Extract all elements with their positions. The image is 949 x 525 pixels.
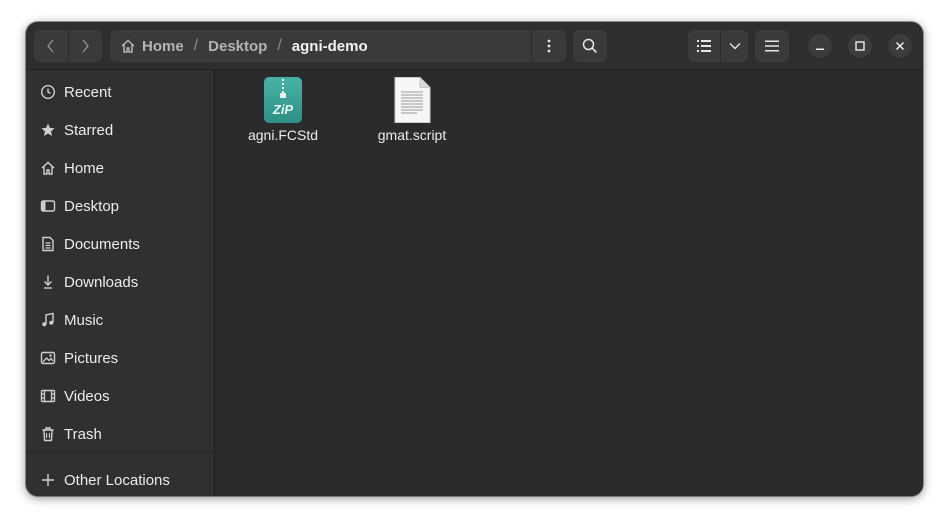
- back-button[interactable]: [34, 30, 68, 62]
- breadcrumb-home[interactable]: Home: [110, 30, 184, 62]
- sidebar-item-label: Other Locations: [64, 471, 170, 489]
- file-manager-window: Home / Desktop / agni-demo Recent Starre…: [26, 22, 923, 496]
- film-icon: [39, 387, 57, 405]
- sidebar-item-trash[interactable]: Trash: [26, 416, 214, 452]
- file-item[interactable]: ZiP agni.FCStd: [228, 76, 338, 143]
- sidebar-item-label: Starred: [64, 121, 114, 139]
- home-icon: [121, 39, 135, 53]
- sidebar-item-pictures[interactable]: Pictures: [26, 340, 214, 376]
- search-icon: [582, 38, 598, 54]
- star-icon: [39, 121, 57, 139]
- plus-icon: [39, 471, 57, 489]
- desktop-icon: [39, 197, 57, 215]
- music-icon: [39, 311, 57, 329]
- file-view: ZiP agni.FCStd gmat.script: [215, 70, 923, 496]
- document-icon: [39, 235, 57, 253]
- sidebar-item-label: Home: [64, 159, 105, 177]
- path-bar: Home / Desktop / agni-demo: [110, 30, 566, 62]
- sidebar-item-label: Trash: [64, 425, 102, 443]
- sidebar-item-label: Videos: [64, 387, 110, 405]
- breadcrumb-current-folder[interactable]: agni-demo: [292, 30, 368, 62]
- view-dropdown-button[interactable]: [720, 30, 748, 62]
- breadcrumb-separator: /: [193, 37, 199, 54]
- sidebar-item-recent[interactable]: Recent: [26, 74, 214, 110]
- picture-icon: [39, 349, 57, 367]
- path-menu-button[interactable]: [531, 30, 566, 62]
- sidebar-item-label: Documents: [64, 235, 140, 253]
- maximize-button[interactable]: [848, 34, 872, 58]
- list-view-button[interactable]: [688, 30, 720, 62]
- trash-icon: [39, 425, 57, 443]
- sidebar-item-music[interactable]: Music: [26, 302, 214, 338]
- sidebar-item-label: Downloads: [64, 273, 139, 291]
- chevron-down-icon: [729, 43, 740, 50]
- home-icon: [39, 159, 57, 177]
- sidebar-item-desktop[interactable]: Desktop: [26, 188, 214, 224]
- chevron-right-icon: [82, 39, 90, 53]
- zip-archive-icon: ZiP: [259, 76, 307, 124]
- breadcrumb-label: Home: [142, 37, 184, 55]
- vertical-dots-icon: [547, 39, 551, 53]
- download-icon: [39, 273, 57, 291]
- minimize-icon: [816, 48, 824, 50]
- sidebar-item-label: Music: [64, 311, 104, 329]
- breadcrumb-separator: /: [277, 37, 282, 54]
- text-file-icon: [388, 76, 436, 124]
- minimize-button[interactable]: [808, 34, 832, 58]
- breadcrumb-label: agni-demo: [291, 37, 368, 55]
- sidebar-divider: [26, 452, 214, 453]
- navigation-buttons: [34, 30, 102, 62]
- breadcrumb-desktop[interactable]: Desktop: [208, 30, 267, 62]
- clock-icon: [39, 83, 57, 101]
- forward-button[interactable]: [67, 30, 103, 62]
- sidebar-item-label: Desktop: [64, 197, 120, 215]
- file-name: gmat.script: [377, 127, 447, 143]
- search-button[interactable]: [573, 30, 607, 62]
- view-options: [688, 30, 748, 62]
- sidebar-item-documents[interactable]: Documents: [26, 226, 214, 262]
- sidebar-item-other-locations[interactable]: Other Locations: [26, 462, 214, 496]
- close-button[interactable]: [888, 34, 912, 58]
- hamburger-icon: [765, 40, 779, 52]
- sidebar-item-downloads[interactable]: Downloads: [26, 264, 214, 300]
- sidebar-item-label: Recent: [64, 83, 112, 101]
- sidebar-item-videos[interactable]: Videos: [26, 378, 214, 414]
- file-name: agni.FCStd: [247, 127, 319, 143]
- sidebar-item-starred[interactable]: Starred: [26, 112, 214, 148]
- sidebar-item-label: Pictures: [64, 349, 119, 367]
- chevron-left-icon: [46, 39, 54, 53]
- maximize-icon: [855, 41, 865, 51]
- file-item[interactable]: gmat.script: [357, 76, 467, 143]
- sidebar: Recent Starred Home Desktop Documents Do…: [26, 70, 215, 496]
- sidebar-item-home[interactable]: Home: [26, 150, 214, 186]
- close-icon: [895, 41, 905, 51]
- list-view-icon: [697, 40, 711, 52]
- breadcrumb-label: Desktop: [208, 37, 268, 55]
- zip-badge-text: ZiP: [272, 102, 294, 117]
- main-menu-button[interactable]: [755, 30, 789, 62]
- header-bar: Home / Desktop / agni-demo: [26, 22, 923, 70]
